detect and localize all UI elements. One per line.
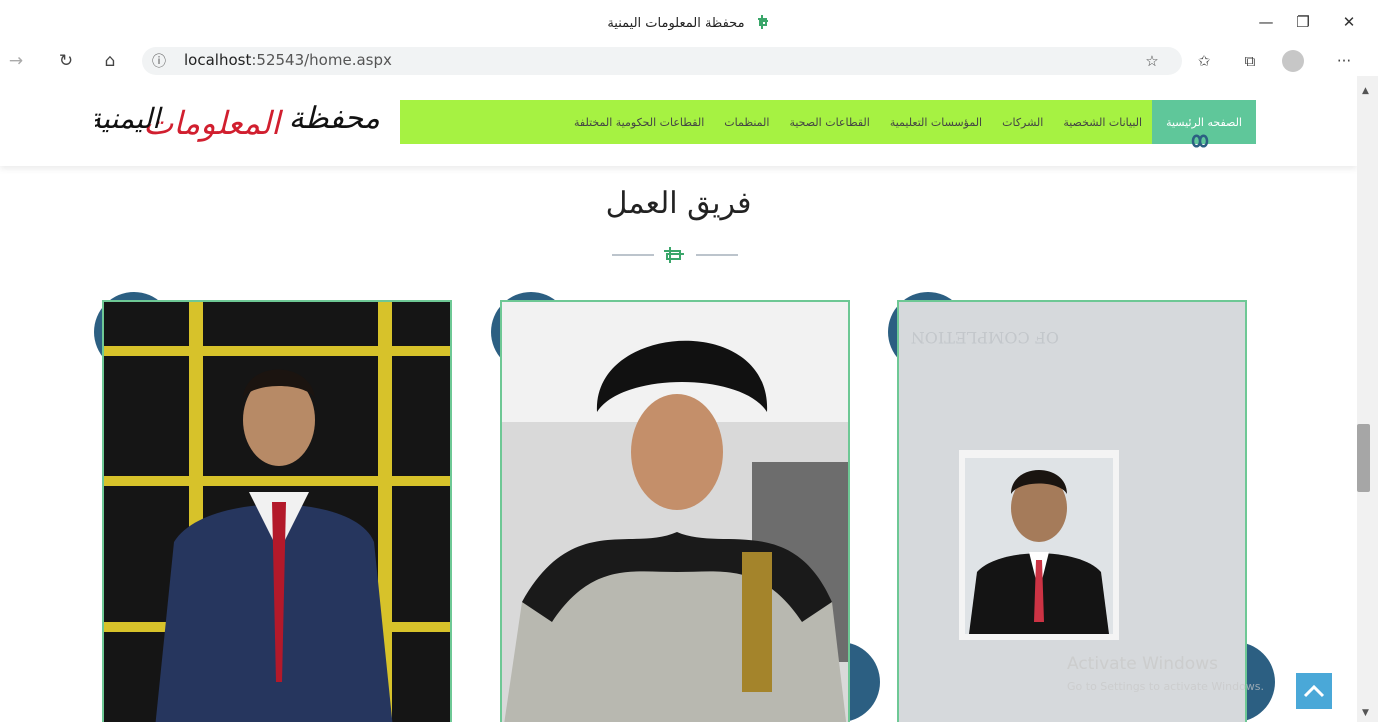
browser-title-bar: محفظة المعلومات اليمنية — ❐ ✕ bbox=[0, 0, 1378, 46]
main-nav: الصفحه الرئيسية البيانات الشخصية الشركات ال… bbox=[400, 100, 1256, 144]
url-path: :52543/home.aspx bbox=[251, 51, 392, 69]
team-card-1[interactable] bbox=[102, 300, 452, 722]
close-button[interactable]: ✕ bbox=[1335, 10, 1363, 34]
add-favorite-icon[interactable]: ☆ bbox=[1140, 49, 1164, 73]
activate-windows-watermark: Activate Windows bbox=[1067, 654, 1218, 674]
nav-item-1[interactable]: البيانات الشخصية bbox=[1053, 116, 1152, 129]
window-title-text: محفظة المعلومات اليمنية bbox=[607, 16, 745, 31]
nav-item-4[interactable]: القطاعات الصحية bbox=[779, 116, 879, 129]
team-photo-2 bbox=[502, 302, 848, 722]
team-photo-1 bbox=[104, 302, 450, 722]
scroll-up-icon[interactable]: ▲ bbox=[1362, 86, 1369, 96]
window-title: محفظة المعلومات اليمنية bbox=[0, 14, 1378, 31]
minimize-button[interactable]: — bbox=[1252, 10, 1280, 34]
nav-item-3[interactable]: المؤسسات التعليمية bbox=[880, 116, 992, 129]
site-header: محفظة المعلومات اليمنية الصفحه الرئيسيةا… bbox=[0, 76, 1357, 166]
svg-text:OF COMPLETION: OF COMPLETION bbox=[911, 328, 1059, 347]
activate-windows-hint: Go to Settings to activate Windows. bbox=[1067, 680, 1265, 693]
site-info-icon[interactable]: ⓘ bbox=[152, 51, 166, 71]
scroll-thumb[interactable] bbox=[1357, 424, 1370, 492]
site-logo[interactable]: محفظة المعلومات اليمنية bbox=[95, 78, 385, 148]
restore-button[interactable]: ❐ bbox=[1289, 10, 1317, 34]
profile-avatar[interactable] bbox=[1282, 50, 1304, 72]
address-bar[interactable]: ⓘ localhost:52543/home.aspx bbox=[142, 47, 1182, 75]
browser-toolbar: → ↻ ⌂ ⓘ localhost:52543/home.aspx ☆ ✩ ⧉ … bbox=[0, 46, 1378, 76]
nav-item-2[interactable]: الشركات bbox=[992, 116, 1053, 129]
more-options-icon[interactable]: ··· bbox=[1332, 49, 1356, 73]
url-text[interactable]: localhost:52543/home.aspx bbox=[184, 51, 392, 69]
page-scrollbar[interactable] bbox=[1357, 76, 1378, 722]
favorites-icon[interactable]: ✩ bbox=[1192, 49, 1216, 73]
logo-word-3: اليمنية bbox=[95, 102, 163, 135]
nav-item-5[interactable]: المنظمات bbox=[714, 116, 779, 129]
section-title: فريق العمل bbox=[605, 186, 752, 221]
logo-word-2: المعلومات bbox=[143, 104, 283, 142]
home-icon[interactable]: ⌂ bbox=[98, 49, 122, 73]
chevron-up-icon bbox=[1303, 684, 1325, 698]
url-host: localhost bbox=[184, 51, 252, 69]
back-to-top-button[interactable] bbox=[1296, 673, 1332, 709]
site-favicon-icon bbox=[757, 15, 768, 29]
collections-icon[interactable]: ⧉ bbox=[1238, 49, 1262, 73]
section-divider bbox=[612, 247, 738, 263]
forward-icon[interactable]: → bbox=[4, 49, 28, 73]
scroll-down-icon[interactable]: ▼ bbox=[1362, 708, 1369, 718]
nav-item-6[interactable]: القطاعات الحكومية المختلفة bbox=[564, 116, 714, 129]
page-viewport: محفظة المعلومات اليمنية الصفحه الرئيسيةا… bbox=[0, 76, 1357, 722]
menu-ornament-icon bbox=[1191, 134, 1209, 148]
logo-word-1: محفظة bbox=[289, 101, 380, 136]
team-card-2[interactable] bbox=[500, 300, 850, 722]
reload-icon[interactable]: ↻ bbox=[54, 49, 78, 73]
